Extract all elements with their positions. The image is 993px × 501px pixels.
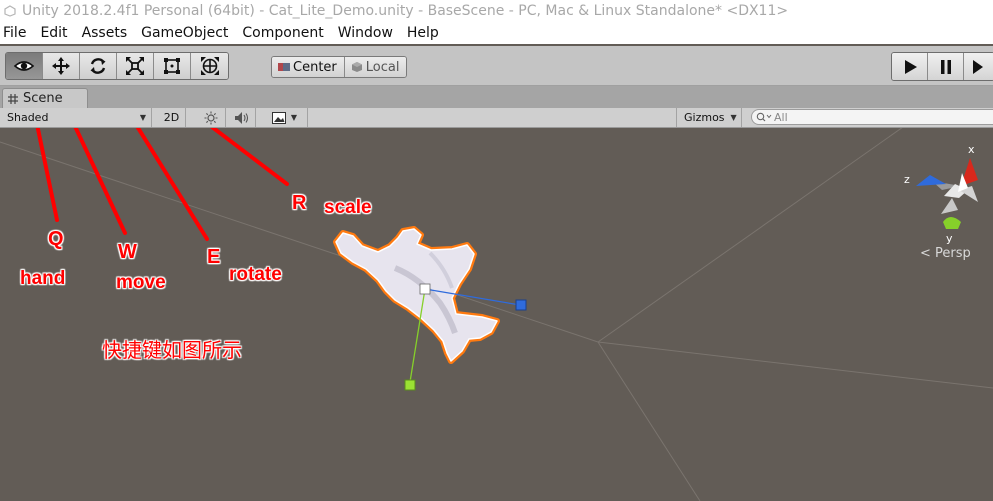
hand-tool-button[interactable] <box>6 53 43 79</box>
menu-file[interactable]: File <box>1 25 32 41</box>
lighting-toggle[interactable] <box>196 108 226 127</box>
pivot-local-label: Local <box>365 59 400 75</box>
move-tool-button[interactable] <box>43 53 80 79</box>
transform-tools <box>5 52 229 80</box>
annotation-q-key: Q <box>48 228 64 250</box>
transform-tool-button[interactable] <box>191 53 228 79</box>
annotation-move-label: move <box>116 272 166 293</box>
pause-button[interactable] <box>928 53 964 80</box>
grid-icon <box>8 93 18 104</box>
menu-component[interactable]: Component <box>240 25 329 41</box>
rect-icon <box>164 58 180 74</box>
menu-window[interactable]: Window <box>336 25 399 41</box>
scene-toolbar: Shaded ▼ 2D ▼ Gizmos ▼ All <box>0 108 993 128</box>
center-pivot-icon <box>278 63 290 71</box>
annotation-note: 快捷键如图所示 <box>102 338 242 362</box>
chevron-down-icon: ▼ <box>290 113 298 122</box>
annotation-hand-label: hand <box>20 268 66 289</box>
audio-toggle[interactable] <box>228 108 256 127</box>
speaker-icon <box>234 111 248 124</box>
annotation-e-key: E <box>207 246 221 268</box>
move-arrows-icon <box>52 57 70 75</box>
gizmo-z-label: z <box>904 173 910 186</box>
orientation-gizmo[interactable]: z x y <box>904 143 978 245</box>
tab-bar: Scene <box>0 86 993 108</box>
annotation-w-key: W <box>118 241 137 263</box>
transform-icon <box>200 57 219 75</box>
play-button[interactable] <box>892 53 928 80</box>
shading-mode-label: Shaded <box>7 111 49 124</box>
pivot-local-toggle[interactable]: Local <box>343 57 407 77</box>
menu-help[interactable]: Help <box>405 25 445 41</box>
search-icon <box>756 112 772 122</box>
effects-dropdown[interactable]: ▼ <box>262 108 308 127</box>
rotate-tool-button[interactable] <box>80 53 117 79</box>
gizmo-y-label: y <box>946 232 953 245</box>
2d-label: 2D <box>163 111 180 124</box>
gizmos-label: Gizmos <box>684 111 725 124</box>
step-button[interactable] <box>964 53 993 80</box>
chevron-down-icon: ▼ <box>139 113 146 122</box>
play-icon <box>904 59 917 74</box>
scene-viewport[interactable]: z x y Q hand W move E rotate R scale 快捷键… <box>0 128 993 501</box>
menu-edit[interactable]: Edit <box>38 25 73 41</box>
rotate-icon <box>90 58 106 74</box>
annotation-rotate-label: rotate <box>229 264 282 285</box>
pivot-controls: Center Local <box>271 56 408 78</box>
rect-tool-button[interactable] <box>154 53 191 79</box>
scene-search-field[interactable]: All <box>751 109 993 125</box>
search-placeholder: All <box>774 110 788 124</box>
scale-icon <box>126 57 144 75</box>
pause-icon <box>940 59 951 74</box>
gizmo-x-label: x <box>968 143 975 156</box>
window-title: Unity 2018.2.4f1 Personal (64bit) - Cat_… <box>22 3 789 19</box>
title-bar: Unity 2018.2.4f1 Personal (64bit) - Cat_… <box>0 0 993 22</box>
scene-grid <box>0 128 993 501</box>
menu-assets[interactable]: Assets <box>80 25 134 41</box>
annotation-r-key: R <box>292 192 307 214</box>
tab-scene-label: Scene <box>23 91 63 106</box>
tab-scene[interactable]: Scene <box>2 88 88 108</box>
unity-logo-icon <box>4 5 16 17</box>
chevron-down-icon: ▼ <box>730 113 737 122</box>
step-icon <box>973 59 983 74</box>
pivot-center-label: Center <box>293 59 337 75</box>
scale-tool-button[interactable] <box>117 53 154 79</box>
scene-canvas: z x y <box>0 128 993 501</box>
gizmos-dropdown[interactable]: Gizmos ▼ <box>676 108 742 127</box>
image-icon <box>271 111 286 124</box>
shading-mode-dropdown[interactable]: Shaded ▼ <box>0 108 152 127</box>
annotation-arrows <box>35 128 289 241</box>
main-toolbar: Center Local <box>0 46 993 86</box>
projection-toggle[interactable]: < Persp <box>920 246 971 261</box>
sun-icon <box>204 111 217 124</box>
eye-icon <box>13 61 35 71</box>
menu-gameobject[interactable]: GameObject <box>139 25 234 41</box>
annotation-scale-label: scale <box>324 197 372 218</box>
menu-bar: File Edit Assets GameObject Component Wi… <box>0 22 993 44</box>
playback-controls <box>891 52 993 81</box>
pivot-center-toggle[interactable]: Center <box>272 57 344 77</box>
cube-icon <box>351 62 362 72</box>
2d-toggle[interactable]: 2D <box>158 108 186 127</box>
